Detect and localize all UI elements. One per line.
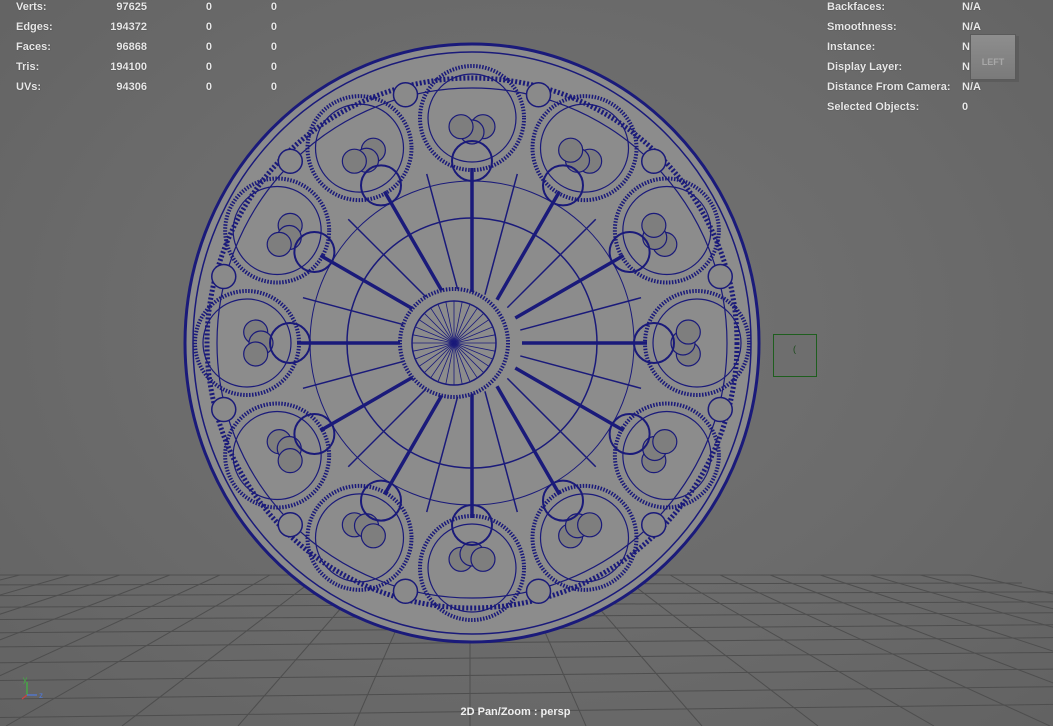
hud-value: 96868 <box>116 41 147 53</box>
hud-value: 0 <box>270 21 277 33</box>
hud-label: Selected Objects: <box>827 101 920 113</box>
view-cube-label: LEFT <box>981 57 1005 67</box>
hud-label: Display Layer: <box>827 61 903 73</box>
hud-value: 0 <box>205 61 212 73</box>
hud-value: N/A <box>962 1 981 13</box>
hud-label: Tris: <box>16 61 40 73</box>
hud-label: Instance: <box>827 41 876 53</box>
hud-value: 0 <box>205 81 212 93</box>
hud-value: 97625 <box>116 1 147 13</box>
hud-value: 0 <box>270 61 277 73</box>
y-axis-label: y <box>23 675 27 684</box>
z-axis-label: z <box>39 691 43 700</box>
selection-marker[interactable]: ( <box>773 334 817 377</box>
hud-label: Distance From Camera: <box>827 81 951 93</box>
hud-label: Faces: <box>16 41 51 53</box>
axis-indicator: y z <box>21 675 43 700</box>
pan-zoom-status: 2D Pan/Zoom : persp <box>460 706 571 718</box>
hud-value: 0 <box>205 21 212 33</box>
x-axis-line <box>21 694 28 700</box>
rose-window-mesh[interactable] <box>183 42 761 644</box>
hud-value: 0 <box>270 1 277 13</box>
perspective-viewport[interactable]: Verts: 97625 0 0 Edges: 194372 0 0 Faces… <box>0 0 1053 726</box>
hud-value: 0 <box>270 81 277 93</box>
hud-label: Smoothness: <box>827 21 897 33</box>
hud-value: 94306 <box>116 81 147 93</box>
hud-value: 194372 <box>110 21 147 33</box>
selection-marker-glyph: ( <box>793 344 796 354</box>
hud-label: Edges: <box>16 21 53 33</box>
hud-value: 0 <box>270 41 277 53</box>
hud-label: Verts: <box>16 1 47 13</box>
hud-value: 0 <box>962 101 969 113</box>
hud-value: 0 <box>205 41 212 53</box>
hud-value: 0 <box>205 1 212 13</box>
view-cube[interactable]: LEFT <box>966 30 1020 84</box>
view-cube-face-left[interactable]: LEFT <box>970 34 1016 80</box>
hud-label: UVs: <box>16 81 42 93</box>
hud-label: Backfaces: <box>827 1 886 13</box>
hud-value: 194100 <box>110 61 147 73</box>
